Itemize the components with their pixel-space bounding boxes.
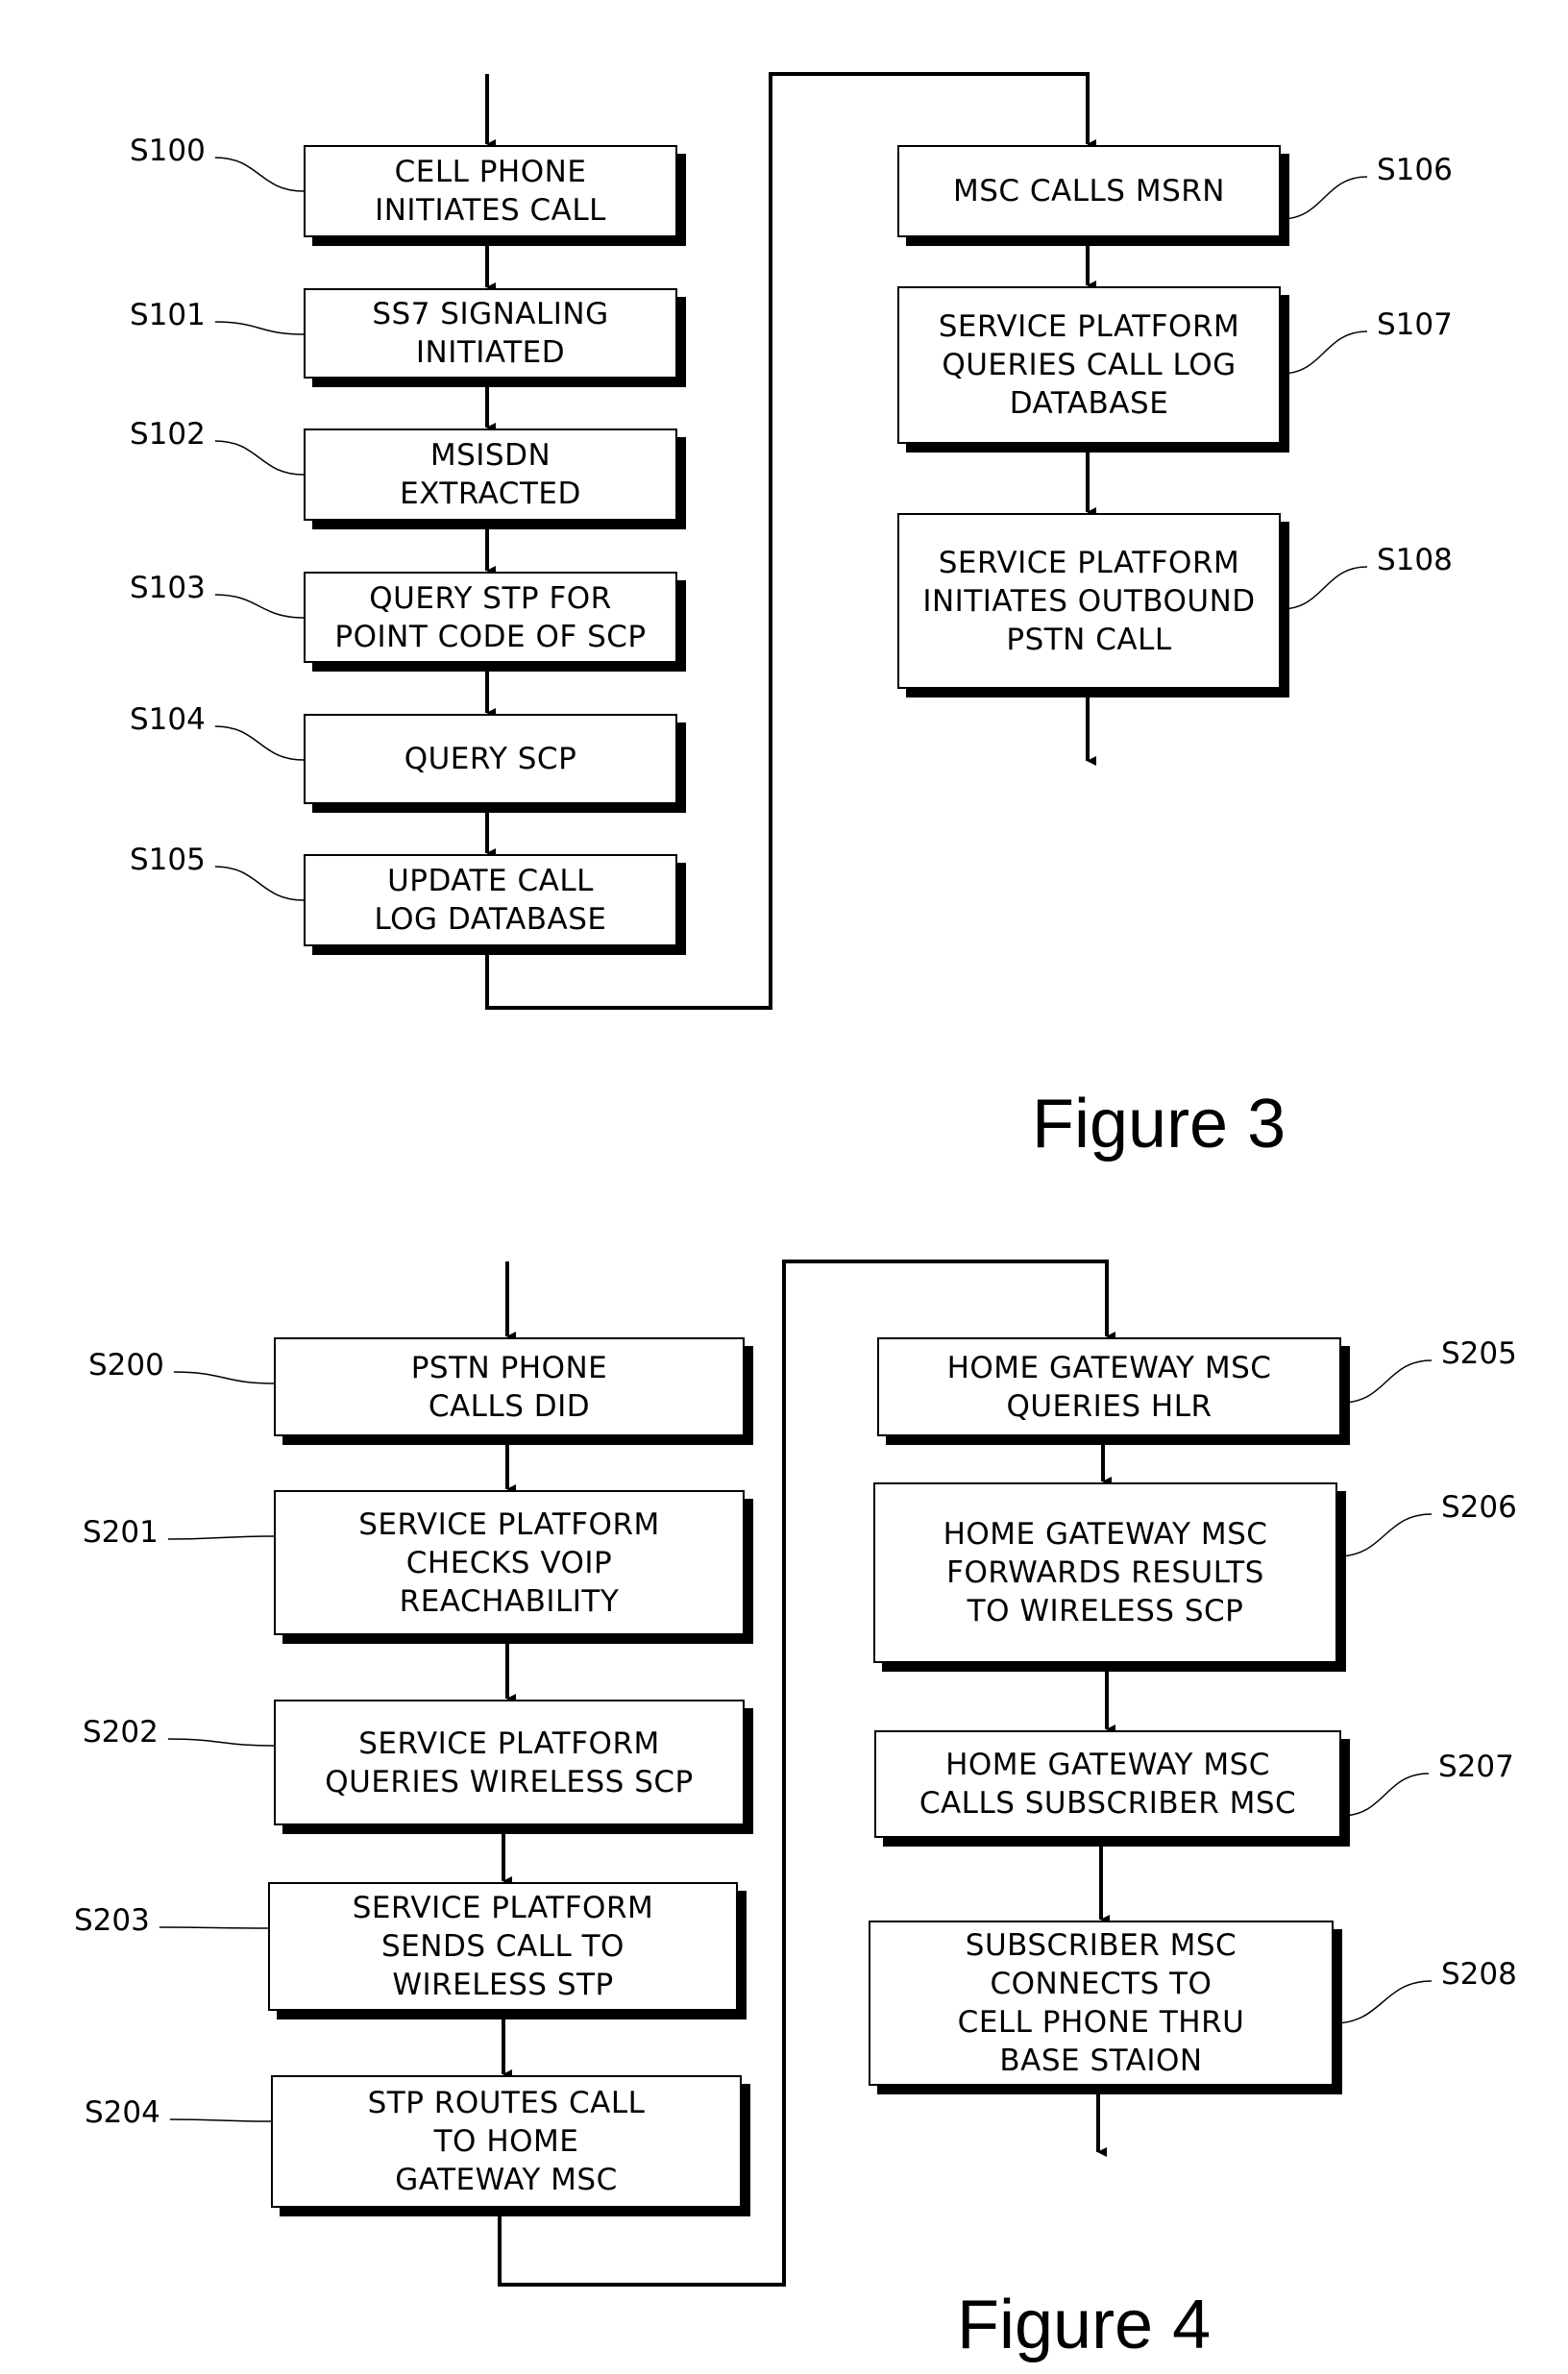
leader-line-s108 (1280, 566, 1368, 610)
leader-line-s106 (1280, 176, 1368, 220)
leader-line-s205 (1340, 1359, 1433, 1404)
step-text: QUERY STP FOR POINT CODE OF SCP (334, 580, 647, 654)
step-label-s204: S204 (85, 2095, 160, 2130)
leader-line-s107 (1280, 330, 1368, 375)
step-label-s105: S105 (130, 843, 206, 877)
step-box-s104: QUERY SCP (304, 714, 677, 804)
step-label-s106: S106 (1377, 153, 1453, 187)
step-box-s100: CELL PHONE INITIATES CALL (304, 145, 677, 237)
step-label-s206: S206 (1441, 1490, 1517, 1525)
step-box-s207: HOME GATEWAY MSC CALLS SUBSCRIBER MSC (874, 1730, 1341, 1838)
leader-line-s103 (214, 594, 305, 619)
leader-line-s202 (167, 1738, 275, 1747)
step-box-s200: PSTN PHONE CALLS DID (274, 1337, 745, 1436)
step-text: PSTN PHONE CALLS DID (410, 1350, 608, 1424)
step-box-s204: STP ROUTES CALL TO HOME GATEWAY MSC (271, 2075, 742, 2208)
leader-line-s203 (159, 1926, 269, 1929)
leader-line-s200 (173, 1371, 275, 1384)
step-box-s102: MSISDN EXTRACTED (304, 428, 677, 521)
leader-line-s100 (214, 157, 305, 192)
step-box-s208: SUBSCRIBER MSC CONNECTS TO CELL PHONE TH… (869, 1921, 1334, 2086)
step-label-s101: S101 (130, 298, 206, 332)
step-text: UPDATE CALL LOG DATABASE (374, 864, 607, 937)
figure-4-title: Figure 4 (957, 2287, 1212, 2363)
step-label-s102: S102 (130, 417, 206, 452)
step-text: SERVICE PLATFORM SENDS CALL TO WIRELESS … (352, 1891, 654, 2002)
step-label-s207: S207 (1438, 1750, 1514, 1784)
step-label-s103: S103 (130, 571, 206, 605)
step-box-s202: SERVICE PLATFORM QUERIES WIRELESS SCP (274, 1700, 745, 1825)
step-text: HOME GATEWAY MSC FORWARDS RESULTS TO WIR… (943, 1517, 1268, 1628)
step-box-s201: SERVICE PLATFORM CHECKS VOIP REACHABILIT… (274, 1490, 745, 1635)
leader-line-s104 (214, 725, 305, 761)
step-text: QUERY SCP (404, 742, 577, 776)
leader-line-s102 (214, 440, 305, 476)
step-box-s103: QUERY STP FOR POINT CODE OF SCP (304, 572, 677, 663)
step-label-s205: S205 (1441, 1336, 1517, 1371)
step-label-s203: S203 (74, 1903, 150, 1938)
leader-line-s206 (1336, 1513, 1433, 1557)
step-box-s108: SERVICE PLATFORM INITIATES OUTBOUND PSTN… (897, 513, 1281, 689)
step-text: SERVICE PLATFORM QUERIES WIRELESS SCP (325, 1725, 694, 1799)
step-text: SERVICE PLATFORM CHECKS VOIP REACHABILIT… (358, 1506, 660, 1619)
leader-line-s101 (214, 321, 305, 335)
step-label-s108: S108 (1377, 543, 1453, 577)
step-text: MSISDN EXTRACTED (400, 438, 581, 511)
step-label-s202: S202 (83, 1715, 159, 1750)
step-box-s203: SERVICE PLATFORM SENDS CALL TO WIRELESS … (268, 1882, 738, 2011)
step-text: SERVICE PLATFORM QUERIES CALL LOG DATABA… (938, 309, 1240, 421)
step-text: STP ROUTES CALL TO HOME GATEWAY MSC (367, 2086, 646, 2197)
step-box-s107: SERVICE PLATFORM QUERIES CALL LOG DATABA… (897, 286, 1281, 444)
step-box-s101: SS7 SIGNALING INITIATED (304, 288, 677, 379)
leader-line-s105 (214, 866, 305, 901)
step-text: SERVICE PLATFORM INITIATES OUTBOUND PSTN… (922, 545, 1256, 657)
step-text: SS7 SIGNALING INITIATED (372, 297, 609, 370)
step-label-s100: S100 (130, 134, 206, 168)
step-box-s205: HOME GATEWAY MSC QUERIES HLR (877, 1337, 1341, 1436)
leader-line-s204 (169, 2118, 272, 2122)
step-label-s208: S208 (1441, 1957, 1517, 1992)
step-text: HOME GATEWAY MSC CALLS SUBSCRIBER MSC (919, 1748, 1297, 1821)
step-label-s107: S107 (1377, 307, 1453, 342)
step-box-s206: HOME GATEWAY MSC FORWARDS RESULTS TO WIR… (873, 1482, 1337, 1663)
step-label-s200: S200 (88, 1348, 164, 1383)
step-text: SUBSCRIBER MSC CONNECTS TO CELL PHONE TH… (957, 1928, 1245, 2078)
step-text: MSC CALLS MSRN (952, 174, 1225, 208)
leader-line-s207 (1340, 1773, 1430, 1817)
step-text: HOME GATEWAY MSC QUERIES HLR (946, 1350, 1272, 1424)
step-text: CELL PHONE INITIATES CALL (375, 155, 606, 228)
figure-3-title: Figure 3 (1032, 1086, 1286, 1163)
step-box-s105: UPDATE CALL LOG DATABASE (304, 854, 677, 946)
step-box-s106: MSC CALLS MSRN (897, 145, 1281, 237)
leader-line-s208 (1333, 1980, 1433, 2024)
leader-line-s201 (167, 1535, 275, 1540)
step-label-s104: S104 (130, 702, 206, 737)
step-label-s201: S201 (83, 1515, 159, 1550)
